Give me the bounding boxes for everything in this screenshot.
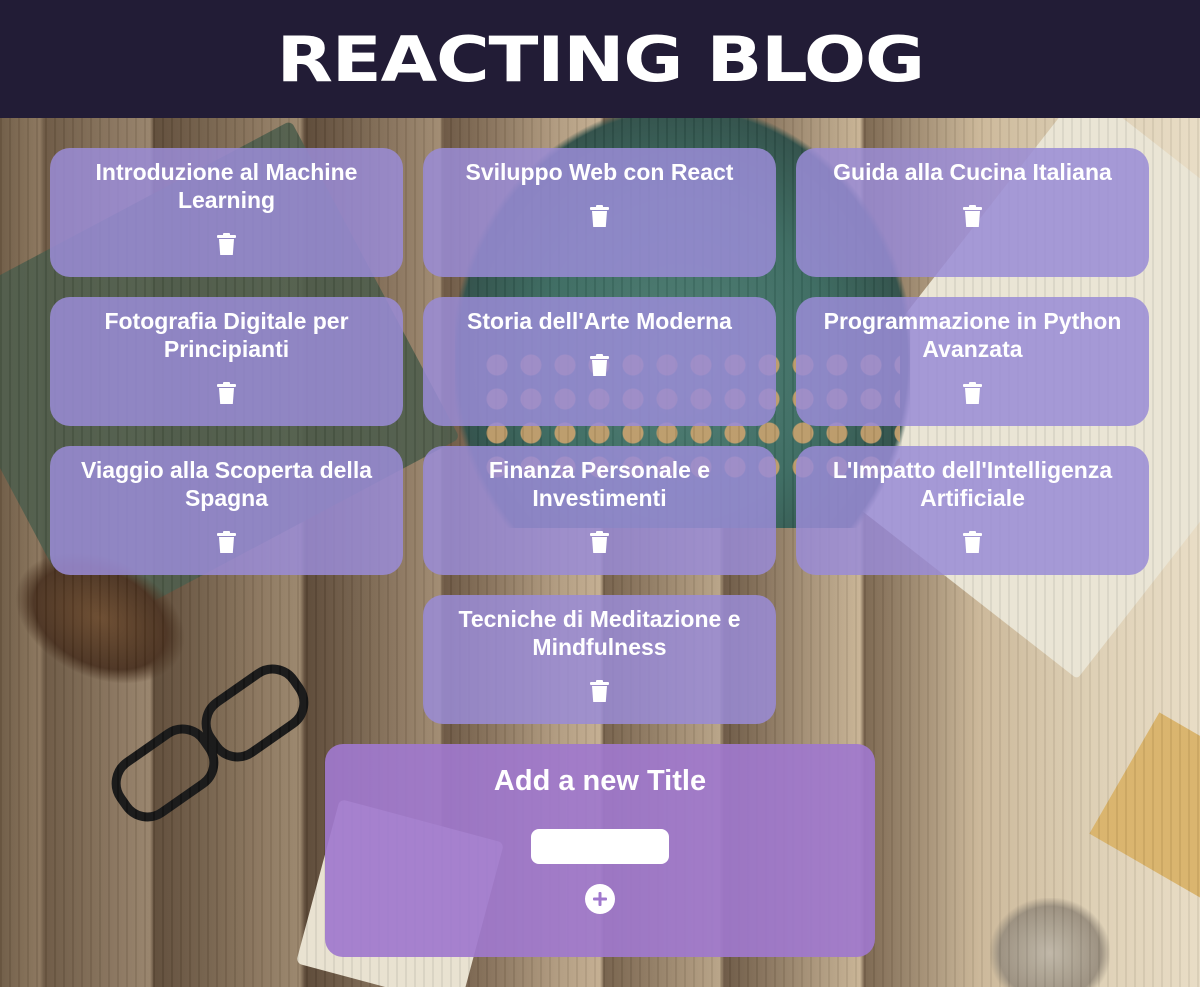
trash-icon[interactable] — [589, 204, 611, 228]
trash-icon[interactable] — [962, 204, 984, 228]
trash-icon[interactable] — [589, 353, 611, 377]
post-title: Tecniche di Meditazione e Mindfulness — [458, 606, 741, 660]
trash-icon[interactable] — [962, 530, 984, 554]
post-card[interactable]: Storia dell'Arte Moderna — [423, 297, 776, 426]
post-card[interactable]: L'Impatto dell'Intelligenza Artificiale — [796, 446, 1149, 575]
trash-icon[interactable] — [216, 530, 238, 554]
post-card[interactable]: Viaggio alla Scoperta della Spagna — [50, 446, 403, 575]
post-title: Guida alla Cucina Italiana — [833, 159, 1112, 185]
post-card[interactable]: Tecniche di Meditazione e Mindfulness — [423, 595, 776, 724]
site-title: REACTING BLOG — [276, 22, 924, 96]
post-card[interactable]: Introduzione al Machine Learning — [50, 148, 403, 277]
trash-icon[interactable] — [962, 381, 984, 405]
post-card[interactable]: Fotografia Digitale per Principianti — [50, 297, 403, 426]
post-title: Sviluppo Web con React — [465, 159, 734, 185]
site-header: REACTING BLOG — [0, 0, 1200, 118]
post-title: Finanza Personale e Investimenti — [488, 457, 711, 511]
add-form-title: Add a new Title — [493, 765, 707, 797]
title-input[interactable] — [531, 829, 669, 864]
trash-icon[interactable] — [589, 679, 611, 703]
post-title: Programmazione in Python Avanzata — [823, 308, 1122, 362]
post-card[interactable]: Sviluppo Web con React — [423, 148, 776, 277]
post-title: Viaggio alla Scoperta della Spagna — [80, 457, 372, 511]
posts-grid: Introduzione al Machine Learning Svilupp… — [50, 148, 1150, 724]
trash-icon[interactable] — [589, 530, 611, 554]
plus-circle-icon[interactable] — [585, 884, 615, 914]
post-title: Storia dell'Arte Moderna — [467, 308, 732, 334]
trash-icon[interactable] — [216, 232, 238, 256]
trash-icon[interactable] — [216, 381, 238, 405]
post-title: Introduzione al Machine Learning — [95, 159, 358, 213]
add-post-form: Add a new Title — [325, 744, 875, 957]
post-card[interactable]: Programmazione in Python Avanzata — [796, 297, 1149, 426]
post-title: L'Impatto dell'Intelligenza Artificiale — [832, 457, 1113, 511]
post-title: Fotografia Digitale per Principianti — [104, 308, 349, 362]
post-card[interactable]: Guida alla Cucina Italiana — [796, 148, 1149, 277]
post-card[interactable]: Finanza Personale e Investimenti — [423, 446, 776, 575]
